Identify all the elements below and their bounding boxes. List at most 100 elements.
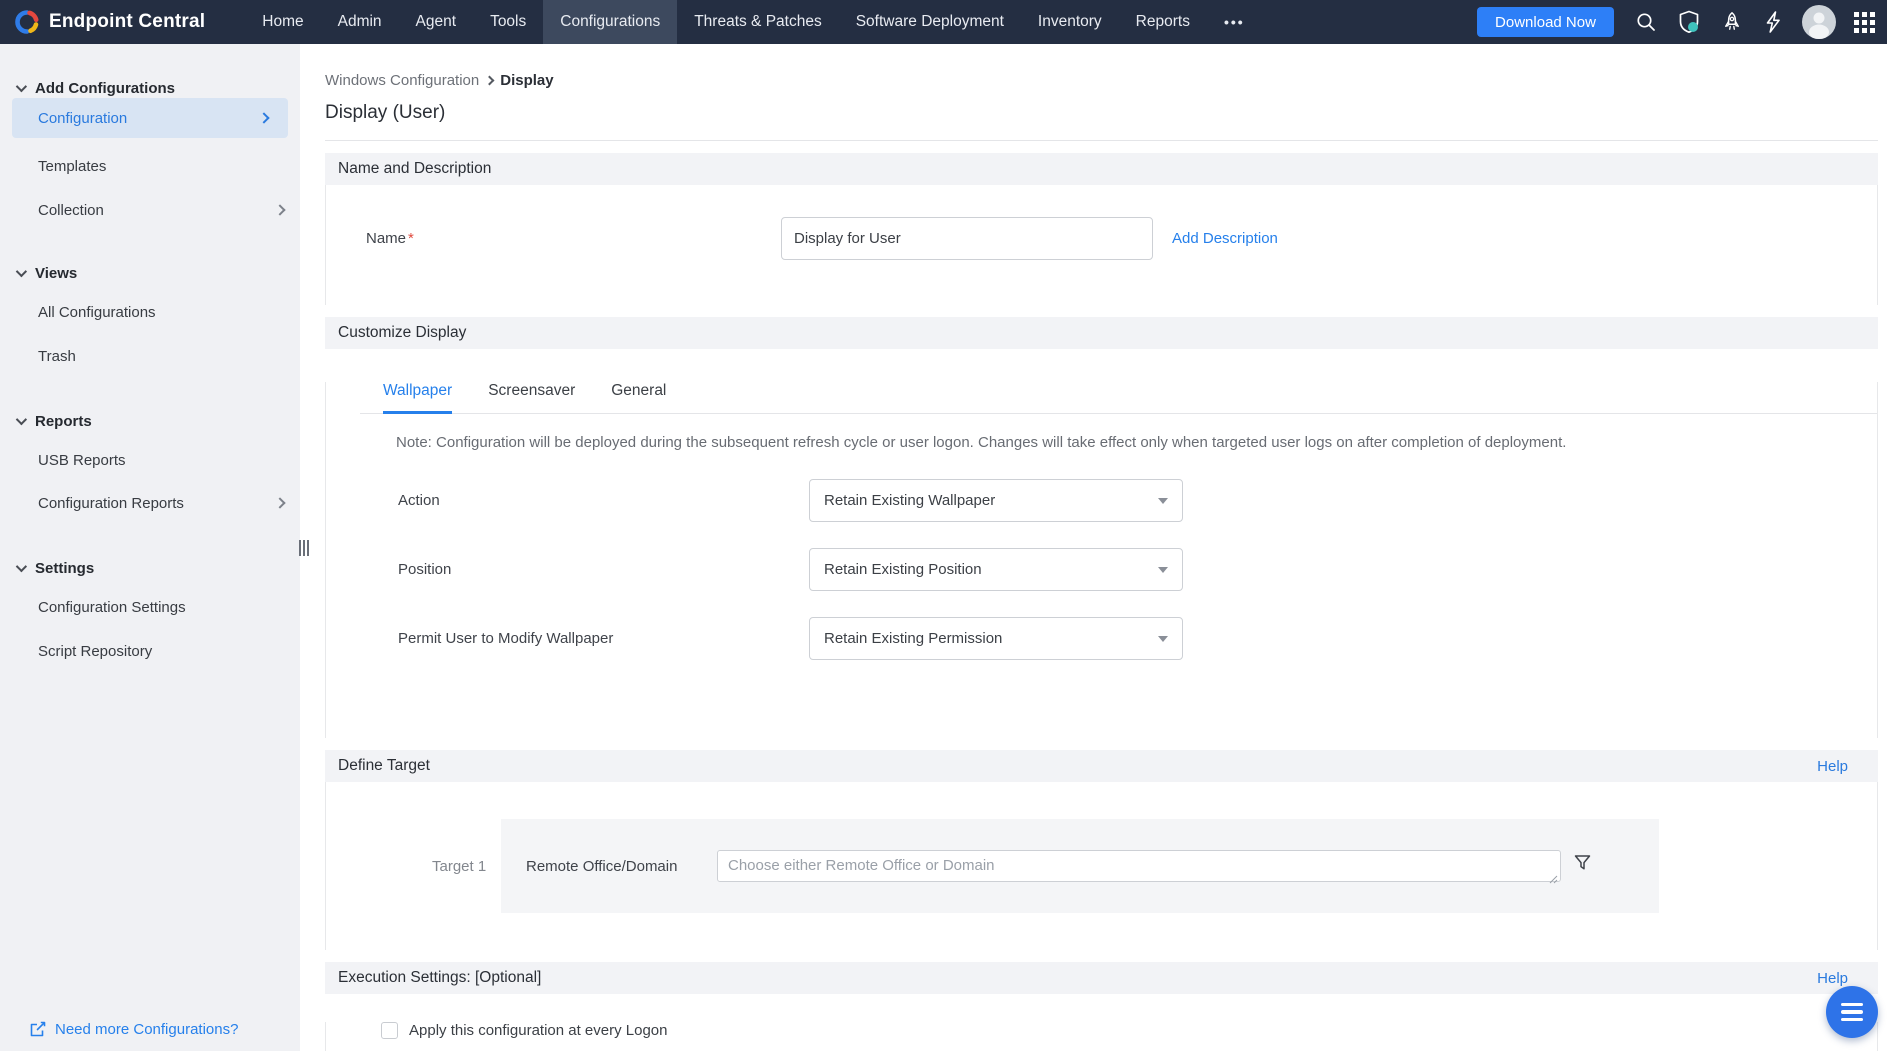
caret-down-icon <box>1158 567 1168 573</box>
deployment-note: Note: Configuration will be deployed dur… <box>396 434 1877 451</box>
section-header-name-description: Name and Description <box>325 153 1878 185</box>
target-1-label: Target 1 <box>432 858 486 875</box>
page-title: Display (User) <box>325 102 1878 126</box>
brand-name: Endpoint Central <box>49 11 205 33</box>
sidebar-item-trash[interactable]: Trash <box>0 336 300 376</box>
more-menu-icon[interactable]: ••• <box>1207 0 1262 44</box>
sidebar-item-templates[interactable]: Templates <box>0 146 300 186</box>
breadcrumb: Windows Configuration Display <box>325 72 1878 89</box>
action-dropdown-value: Retain Existing Wallpaper <box>824 492 995 509</box>
remote-office-domain-label: Remote Office/Domain <box>526 858 677 875</box>
sidebar-item-label: All Configurations <box>38 304 156 321</box>
shield-security-icon[interactable] <box>1676 9 1702 35</box>
breadcrumb-display: Display <box>500 72 553 89</box>
download-now-button[interactable]: Download Now <box>1477 7 1614 37</box>
left-sidebar: Add Configurations Configuration Templat… <box>0 44 300 1051</box>
sidebar-item-label: Templates <box>38 158 106 175</box>
nav-item-configurations[interactable]: Configurations <box>543 0 677 44</box>
apps-grid-icon[interactable] <box>1854 12 1875 33</box>
floating-menu-button[interactable] <box>1826 986 1878 1038</box>
position-dropdown[interactable]: Retain Existing Position <box>809 548 1183 591</box>
section-body-customize-display: Wallpaper Screensaver General Note: Conf… <box>325 382 1878 738</box>
caret-down-icon <box>1158 636 1168 642</box>
user-avatar[interactable] <box>1802 5 1836 39</box>
nav-item-threats-patches[interactable]: Threats & Patches <box>677 0 839 44</box>
sidebar-item-label: Trash <box>38 348 76 365</box>
sidebar-item-label: Configuration <box>38 110 127 127</box>
apply-at-logon-checkbox[interactable] <box>381 1022 398 1039</box>
add-description-link[interactable]: Add Description <box>1172 230 1278 247</box>
nav-item-reports[interactable]: Reports <box>1119 0 1207 44</box>
remote-office-domain-input[interactable] <box>717 850 1561 882</box>
chevron-right-icon <box>258 112 269 123</box>
breadcrumb-windows-configuration[interactable]: Windows Configuration <box>325 72 479 89</box>
sidebar-item-label: Configuration Reports <box>38 495 184 512</box>
action-dropdown[interactable]: Retain Existing Wallpaper <box>809 479 1183 522</box>
edit-pencil-icon <box>28 1020 47 1039</box>
sidebar-item-script-repository[interactable]: Script Repository <box>0 631 300 671</box>
title-divider <box>325 140 1878 141</box>
configuration-name-input[interactable] <box>781 217 1153 260</box>
filter-funnel-icon[interactable] <box>1573 853 1592 877</box>
sidebar-section-title: Add Configurations <box>35 80 175 97</box>
chevron-down-icon <box>16 81 27 92</box>
sidebar-item-label: Configuration Settings <box>38 599 186 616</box>
hamburger-menu-icon <box>1841 1003 1863 1007</box>
section-header-customize-display: Customize Display <box>325 317 1878 349</box>
rocket-icon[interactable] <box>1720 10 1744 34</box>
sidebar-item-usb-reports[interactable]: USB Reports <box>0 440 300 480</box>
section-body-name-description: Name* Add Description <box>325 185 1878 305</box>
section-title: Define Target <box>338 757 430 775</box>
need-more-configurations-link[interactable]: Need more Configurations? <box>28 1020 238 1039</box>
nav-item-inventory[interactable]: Inventory <box>1021 0 1119 44</box>
brand[interactable]: Endpoint Central <box>14 9 205 35</box>
section-title: Name and Description <box>338 160 491 178</box>
execution-settings-help-link[interactable]: Help <box>1817 970 1848 987</box>
main-content: Windows Configuration Display Display (U… <box>300 44 1887 1051</box>
section-title: Execution Settings: [Optional] <box>338 969 541 987</box>
permit-modify-label: Permit User to Modify Wallpaper <box>398 630 613 647</box>
sidebar-section-title: Views <box>35 265 77 282</box>
sidebar-item-label: Script Repository <box>38 643 152 660</box>
sidebar-section-settings[interactable]: Settings <box>0 558 300 578</box>
need-more-configurations-label: Need more Configurations? <box>55 1021 238 1038</box>
sidebar-section-reports[interactable]: Reports <box>0 411 300 431</box>
section-header-execution-settings: Execution Settings: [Optional] Help <box>325 962 1878 994</box>
bolt-notifications-icon[interactable] <box>1762 10 1784 34</box>
position-field-row: Position Retain Existing Position <box>326 548 1877 591</box>
permit-modify-dropdown-value: Retain Existing Permission <box>824 630 1002 647</box>
section-body-execution-settings: Apply this configuration at every Logon … <box>325 1022 1878 1051</box>
sidebar-item-label: USB Reports <box>38 452 126 469</box>
apply-at-logon-row: Apply this configuration at every Logon <box>381 1022 1877 1039</box>
section-header-define-target: Define Target Help <box>325 750 1878 782</box>
target-panel: Remote Office/Domain <box>501 819 1659 913</box>
chevron-right-icon <box>274 497 285 508</box>
tab-wallpaper[interactable]: Wallpaper <box>383 382 452 413</box>
search-icon[interactable] <box>1634 10 1658 34</box>
customize-display-tabs: Wallpaper Screensaver General <box>360 382 1877 414</box>
sidebar-item-collection[interactable]: Collection <box>0 190 300 230</box>
nav-item-home[interactable]: Home <box>245 0 320 44</box>
sidebar-resize-handle[interactable] <box>299 540 309 556</box>
sidebar-section-views[interactable]: Views <box>0 263 300 283</box>
sidebar-item-configuration[interactable]: Configuration <box>12 98 288 138</box>
permit-modify-dropdown[interactable]: Retain Existing Permission <box>809 617 1183 660</box>
sidebar-item-configuration-settings[interactable]: Configuration Settings <box>0 587 300 627</box>
nav-item-admin[interactable]: Admin <box>321 0 399 44</box>
chevron-down-icon <box>16 266 27 277</box>
name-field-row: Name* Add Description <box>326 185 1877 305</box>
tab-general[interactable]: General <box>611 382 666 413</box>
sidebar-section-add-configurations[interactable]: Add Configurations <box>0 78 300 98</box>
nav-item-tools[interactable]: Tools <box>473 0 543 44</box>
apply-at-logon-label: Apply this configuration at every Logon <box>409 1022 668 1039</box>
sidebar-item-configuration-reports[interactable]: Configuration Reports <box>0 483 300 523</box>
position-dropdown-value: Retain Existing Position <box>824 561 982 578</box>
chevron-down-icon <box>16 414 27 425</box>
sidebar-item-all-configurations[interactable]: All Configurations <box>0 292 300 332</box>
sidebar-section-title: Reports <box>35 413 92 430</box>
nav-item-agent[interactable]: Agent <box>399 0 474 44</box>
define-target-help-link[interactable]: Help <box>1817 758 1848 775</box>
nav-item-software-deployment[interactable]: Software Deployment <box>839 0 1021 44</box>
tab-screensaver[interactable]: Screensaver <box>488 382 575 413</box>
name-label: Name* <box>366 230 414 247</box>
